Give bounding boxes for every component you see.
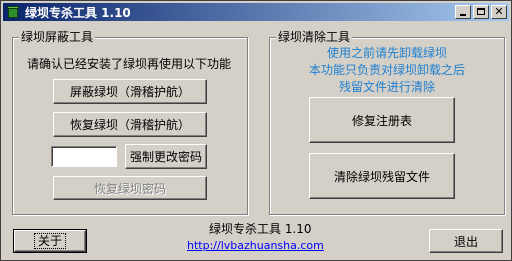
clean-tools-group-label: 绿坝清除工具	[276, 30, 353, 44]
exit-button[interactable]: 退出	[429, 229, 503, 253]
restore-greendam-button[interactable]: 恢复绿坝（滑稽护航）	[53, 112, 207, 137]
block-greendam-button[interactable]: 屏蔽绿坝（滑稽护航）	[53, 79, 207, 104]
repair-registry-button[interactable]: 修复注册表	[309, 97, 455, 143]
website-link[interactable]: http://lvbazhuansha.com	[187, 239, 324, 252]
close-icon: ✕	[494, 5, 504, 18]
maximize-icon	[477, 8, 485, 15]
force-change-password-button[interactable]: 强制更改密码	[125, 144, 207, 169]
window-title: 绿坝专杀工具 1.10	[25, 5, 131, 20]
maximize-button[interactable]	[473, 5, 489, 19]
block-tools-group-label: 绿坝屏蔽工具	[19, 30, 96, 44]
title-buttons: ✕	[455, 5, 507, 19]
minimize-button[interactable]	[455, 5, 471, 19]
about-button[interactable]: 关于	[13, 229, 87, 253]
close-button[interactable]: ✕	[491, 5, 507, 19]
notice-line: 残留文件进行清除	[338, 80, 435, 94]
restore-password-button[interactable]: 恢复绿坝密码	[53, 176, 207, 200]
title-bar[interactable]: 绿坝专杀工具 1.10 ✕	[3, 3, 509, 21]
notice-line: 本功能只负责对绿坝卸载之后	[308, 63, 465, 77]
uninstall-notice: 使用之前请先卸载绿坝 本功能只负责对绿坝卸载之后 残留文件进行清除	[277, 45, 497, 96]
clean-residual-files-button[interactable]: 清除绿坝残留文件	[309, 153, 455, 199]
trash-can-icon	[6, 5, 20, 19]
app-version-label: 绿坝专杀工具 1.10	[209, 222, 312, 236]
notice-line: 使用之前请先卸载绿坝	[326, 46, 447, 60]
install-instruction: 请确认已经安装了绿坝再使用以下功能	[27, 57, 232, 71]
minimize-icon	[460, 14, 466, 16]
password-input[interactable]	[51, 146, 117, 167]
main-window: 绿坝专杀工具 1.10 ✕ 绿坝屏蔽工具 请确认已经安装了绿坝再使用以下功能 屏…	[0, 0, 512, 261]
